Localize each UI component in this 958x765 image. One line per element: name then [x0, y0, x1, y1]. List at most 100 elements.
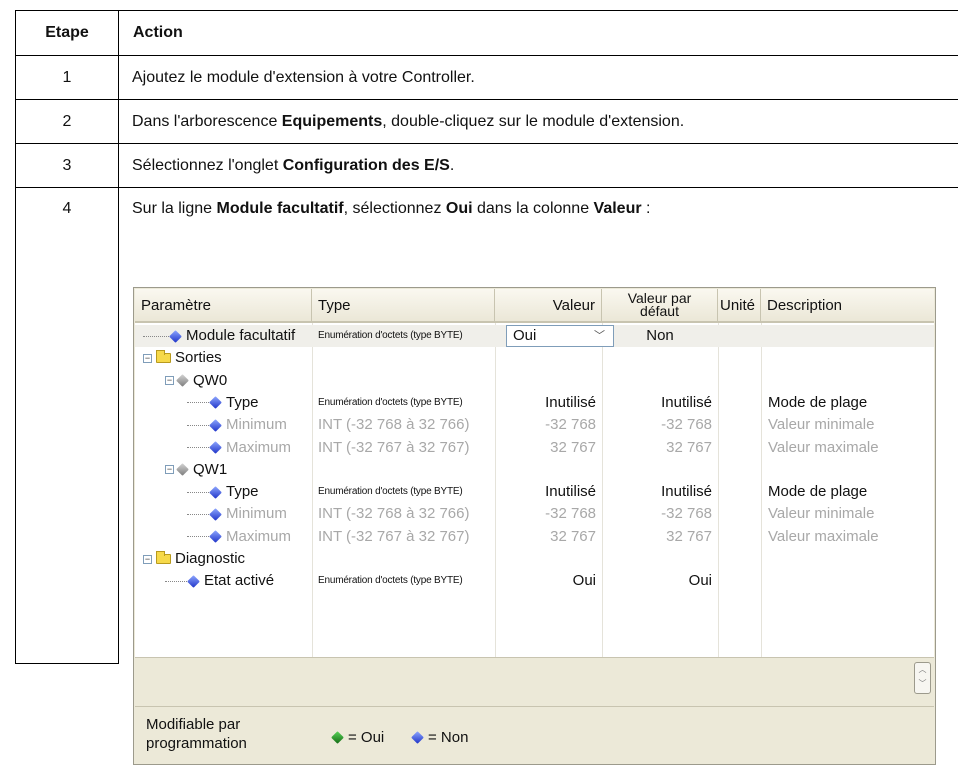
action-bold-text: Equipements — [282, 113, 382, 130]
type-cell: INT (-32 768 à 32 766) — [318, 414, 494, 436]
blue-parameter-icon — [187, 575, 200, 588]
parameter-row[interactable]: TypeEnumération d'octets (type BYTE)Inut… — [135, 481, 934, 503]
folder-icon — [156, 554, 171, 564]
blue-parameter-icon — [209, 530, 222, 543]
action-text: , double-cliquez sur le module d'extensi… — [382, 113, 684, 130]
type-cell — [318, 459, 494, 481]
type-cell — [318, 548, 494, 570]
valeur-cell[interactable]: Oui — [495, 570, 602, 592]
valeur-cell[interactable]: Inutilisé — [495, 392, 602, 414]
io-configuration-panel: Paramètre Type Valeur Valeur par défaut … — [133, 287, 936, 765]
blue-parameter-icon — [209, 419, 222, 432]
parameter-row[interactable]: − QW1 — [135, 459, 934, 481]
parameter-row[interactable]: Module facultatif Enumération d'octets (t… — [135, 325, 934, 347]
defaut-cell: Inutilisé — [602, 481, 718, 503]
description-cell: Valeur maximale — [768, 526, 934, 548]
type-cell: INT (-32 767 à 32 767) — [318, 437, 494, 459]
column-valeur-defaut-line2: défaut — [640, 303, 679, 319]
type-cell — [318, 370, 494, 392]
description-cell — [768, 370, 934, 392]
parameter-row[interactable]: − QW0 — [135, 370, 934, 392]
parameter-row[interactable]: − Sorties — [135, 347, 934, 369]
parameter-name: Diagnostic — [175, 548, 245, 570]
description-cell — [768, 325, 934, 347]
description-cell: Valeur minimale — [768, 503, 934, 525]
blue-parameter-icon — [209, 397, 222, 410]
parameter-name-cell: Type — [135, 481, 312, 503]
parameter-name: Maximum — [226, 526, 291, 548]
defaut-cell: Non — [602, 325, 718, 347]
step-number: 1 — [16, 56, 119, 100]
valeur-cell[interactable] — [495, 548, 602, 570]
parameter-row[interactable]: TypeEnumération d'octets (type BYTE)Inut… — [135, 392, 934, 414]
collapse-icon[interactable]: − — [143, 354, 152, 363]
blue-parameter-icon — [209, 441, 222, 454]
column-valeur[interactable]: Valeur — [495, 289, 602, 323]
column-unite[interactable]: Unité — [718, 289, 761, 323]
valeur-selected: Oui — [513, 327, 536, 344]
collapse-icon[interactable]: − — [165, 376, 174, 385]
parameter-row[interactable]: MinimumINT (-32 768 à 32 766)-32 768-32 … — [135, 414, 934, 436]
valeur-cell[interactable] — [495, 347, 602, 369]
parameter-name-cell: Module facultatif — [135, 325, 312, 347]
parameter-name: QW1 — [193, 459, 227, 481]
parameter-name: Minimum — [226, 414, 287, 436]
parameter-row[interactable]: − Diagnostic — [135, 548, 934, 570]
type-cell: Enumération d'octets (type BYTE) — [318, 570, 494, 592]
parameter-name-cell: Type — [135, 392, 312, 414]
parameter-row[interactable]: MaximumINT (-32 767 à 32 767)32 76732 76… — [135, 437, 934, 459]
description-cell — [768, 548, 934, 570]
valeur-cell[interactable] — [495, 370, 602, 392]
parameter-row[interactable]: MaximumINT (-32 767 à 32 767)32 76732 76… — [135, 526, 934, 548]
type-cell: Enumération d'octets (type BYTE) — [318, 325, 494, 347]
header-action: Action — [119, 11, 958, 56]
legend-label: Modifiable par programmation — [146, 715, 286, 753]
legend-oui-text: = Oui — [348, 729, 384, 746]
defaut-cell — [602, 459, 718, 481]
step-action: Sélectionnez l'onglet Configuration des … — [119, 144, 958, 188]
scroll-arrows-icon[interactable]: ︿﹀ — [914, 662, 931, 694]
parameter-row[interactable]: MinimumINT (-32 768 à 32 766)-32 768-32 … — [135, 503, 934, 525]
legend-non-text: = Non — [428, 729, 468, 746]
parameter-name: Sorties — [175, 347, 222, 369]
action-text: , sélectionnez — [344, 200, 446, 217]
action-bold-text: Oui — [446, 200, 473, 217]
column-description[interactable]: Description — [761, 289, 934, 323]
collapse-icon[interactable]: − — [143, 555, 152, 564]
blue-parameter-icon — [209, 486, 222, 499]
defaut-cell: 32 767 — [602, 437, 718, 459]
defaut-cell: -32 768 — [602, 503, 718, 525]
valeur-dropdown[interactable]: Oui﹀ — [506, 325, 614, 347]
parameter-name-cell: − Diagnostic — [135, 548, 312, 570]
parameter-name: Minimum — [226, 503, 287, 525]
column-type[interactable]: Type — [312, 289, 495, 323]
parameter-name: QW0 — [193, 370, 227, 392]
grey-node-icon — [176, 374, 189, 387]
defaut-cell: -32 768 — [602, 414, 718, 436]
valeur-cell[interactable]: 32 767 — [495, 526, 602, 548]
defaut-cell: 32 767 — [602, 526, 718, 548]
vertical-scrollbar[interactable]: ︿﹀ — [135, 657, 934, 697]
blue-parameter-icon — [169, 330, 182, 343]
action-text: Sur la ligne — [132, 200, 217, 217]
grey-node-icon — [176, 463, 189, 476]
parameter-name-cell: − Sorties — [135, 347, 312, 369]
column-valeur-defaut[interactable]: Valeur par défaut — [602, 289, 718, 323]
column-parametre[interactable]: Paramètre — [135, 289, 312, 323]
parameter-name-cell: Maximum — [135, 526, 312, 548]
collapse-icon[interactable]: − — [165, 465, 174, 474]
parameter-row[interactable]: Etat activéEnumération d'octets (type BY… — [135, 570, 934, 592]
action-text: . — [450, 157, 454, 174]
action-text: Ajoutez le module d'extension à votre Co… — [132, 69, 475, 86]
parameter-name-cell: Minimum — [135, 414, 312, 436]
valeur-cell[interactable]: -32 768 — [495, 414, 602, 436]
action-bold-text: Configuration des E/S — [283, 157, 450, 174]
valeur-cell[interactable] — [495, 459, 602, 481]
defaut-cell — [602, 370, 718, 392]
step-row: 1 Ajoutez le module d'extension à votre C… — [16, 56, 958, 100]
valeur-cell[interactable]: Inutilisé — [495, 481, 602, 503]
folder-icon — [156, 353, 171, 363]
valeur-cell[interactable]: 32 767 — [495, 437, 602, 459]
valeur-cell[interactable]: -32 768 — [495, 503, 602, 525]
type-cell — [318, 347, 494, 369]
